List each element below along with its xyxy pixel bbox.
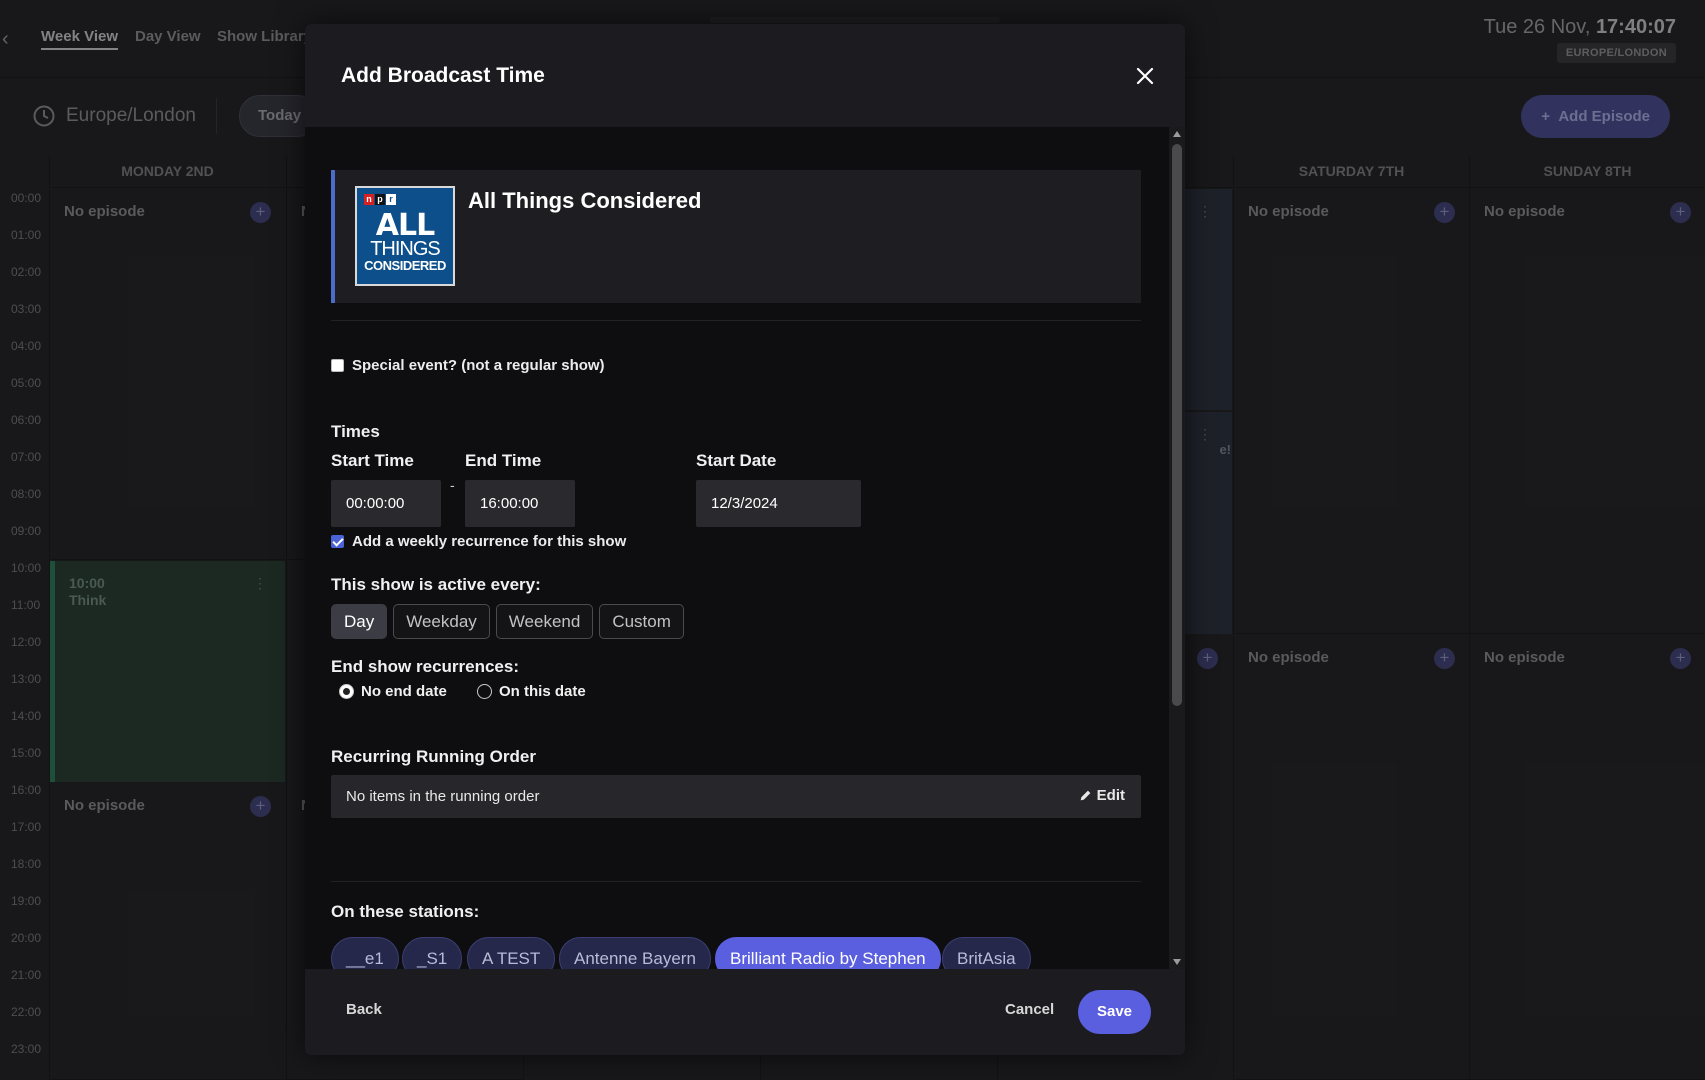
modal-header: Add Broadcast Time — [305, 24, 1185, 127]
no-end-date-radio[interactable] — [339, 684, 354, 699]
times-section-label: Times — [331, 422, 380, 441]
logo-letter: n — [364, 194, 374, 205]
running-order-label: Recurring Running Order — [331, 747, 536, 766]
no-end-date-label: No end date — [361, 683, 447, 700]
station-chip[interactable]: A TEST — [467, 937, 556, 969]
add-broadcast-time-modal: Add Broadcast Time n p r ALL THINGS CONS… — [305, 24, 1185, 1055]
on-this-date-radio-row[interactable]: On this date — [477, 683, 586, 700]
scroll-down-icon[interactable] — [1173, 959, 1181, 965]
start-time-input[interactable] — [331, 480, 441, 527]
logo-letter: r — [386, 194, 396, 205]
on-this-date-label: On this date — [499, 683, 586, 700]
show-logo: n p r ALL THINGS CONSIDERED — [355, 186, 455, 286]
scrollbar-thumb[interactable] — [1172, 144, 1182, 706]
station-chip[interactable]: __e1 — [331, 937, 399, 969]
start-date-input[interactable] — [696, 480, 861, 527]
modal-body: n p r ALL THINGS CONSIDERED All Things C… — [305, 127, 1185, 969]
edit-running-order-button[interactable]: Edit — [1079, 787, 1125, 804]
on-this-date-radio[interactable] — [477, 684, 492, 699]
active-option-weekday[interactable]: Weekday — [393, 604, 490, 639]
weekly-recurrence-label: Add a weekly recurrence for this show — [352, 533, 627, 550]
logo-letter: p — [375, 194, 385, 205]
logo-line: CONSIDERED — [364, 258, 446, 273]
start-date-label: Start Date — [696, 451, 777, 470]
special-event-checkbox[interactable] — [331, 359, 344, 372]
weekly-recurrence-checkbox[interactable] — [331, 535, 344, 548]
station-chip[interactable]: BritAsia — [942, 937, 1031, 969]
station-chip-selected[interactable]: Brilliant Radio by Stephen — [715, 937, 941, 969]
save-button[interactable]: Save — [1078, 990, 1151, 1034]
scroll-up-icon[interactable] — [1173, 131, 1181, 137]
running-order-box: No items in the running order Edit — [331, 775, 1141, 818]
modal-footer: Back Cancel Save — [305, 969, 1185, 1055]
station-chip[interactable]: _S1 — [402, 937, 463, 969]
active-option-day[interactable]: Day — [331, 604, 388, 639]
modal-scrollbar[interactable] — [1169, 127, 1185, 969]
cancel-button[interactable]: Cancel — [1005, 1001, 1054, 1018]
time-separator: - — [450, 477, 455, 493]
weekly-recurrence-checkbox-row[interactable]: Add a weekly recurrence for this show — [331, 533, 626, 550]
show-name: All Things Considered — [468, 188, 702, 213]
divider — [331, 881, 1141, 882]
show-card: n p r ALL THINGS CONSIDERED All Things C… — [331, 170, 1141, 303]
end-recurrences-label: End show recurrences: — [331, 657, 520, 676]
no-end-date-radio-row[interactable]: No end date — [339, 683, 447, 700]
close-button[interactable] — [1133, 64, 1157, 88]
active-option-weekend[interactable]: Weekend — [495, 604, 594, 639]
station-chip[interactable]: Antenne Bayern — [559, 937, 711, 969]
end-time-input[interactable] — [465, 480, 575, 527]
active-every-label: This show is active every: — [331, 575, 541, 594]
modal-title: Add Broadcast Time — [341, 64, 545, 87]
active-every-options: Day Weekday Weekend Custom — [331, 604, 684, 639]
back-button[interactable]: Back — [346, 1001, 382, 1018]
end-time-label: End Time — [465, 451, 542, 470]
stations-label: On these stations: — [331, 902, 480, 921]
npr-logo-icon: n p r — [364, 194, 396, 205]
divider — [331, 320, 1141, 321]
special-event-label: Special event? (not a regular show) — [352, 357, 605, 374]
active-option-custom[interactable]: Custom — [599, 604, 684, 639]
start-time-label: Start Time — [331, 451, 414, 470]
running-order-empty-text: No items in the running order — [346, 788, 540, 805]
edit-label: Edit — [1096, 787, 1125, 804]
special-event-checkbox-row[interactable]: Special event? (not a regular show) — [331, 357, 605, 374]
pencil-icon — [1080, 790, 1091, 801]
close-icon — [1136, 67, 1154, 85]
